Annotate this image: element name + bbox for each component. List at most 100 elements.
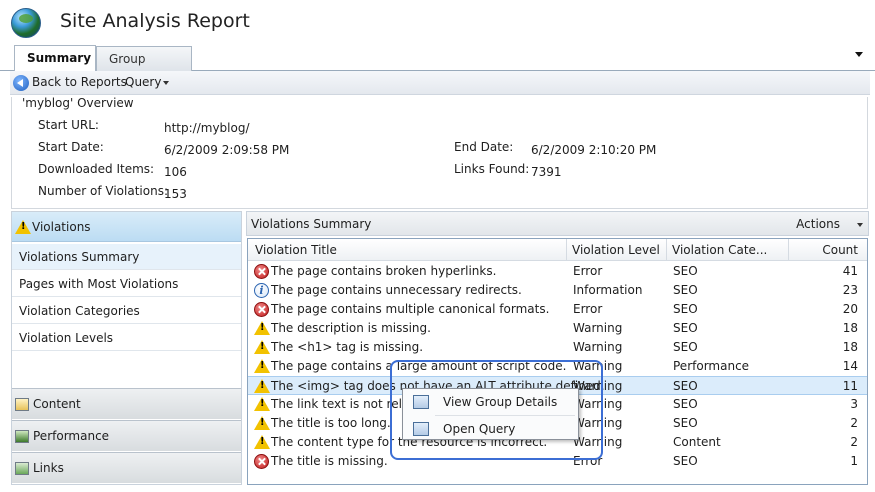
nav-violation-categories[interactable]: Violation Categories — [12, 298, 241, 324]
violation-category-cell: SEO — [673, 379, 698, 393]
violation-category-cell: Performance — [673, 359, 750, 373]
panel-title: Violations Summary — [251, 217, 372, 231]
violation-category-cell: SEO — [673, 397, 698, 411]
violation-category-cell: Content — [673, 435, 721, 449]
group-details-icon — [413, 395, 429, 409]
table-header: Violation Title Violation Level Violatio… — [248, 239, 867, 261]
warning-icon — [15, 220, 31, 234]
violation-title-cell: The title is too long. — [271, 416, 391, 430]
violation-category-cell: SEO — [673, 264, 698, 278]
query-dropdown-icon[interactable] — [163, 81, 169, 85]
section-links[interactable]: Links — [12, 452, 241, 483]
error-icon — [254, 264, 269, 279]
section-links-label: Links — [33, 461, 64, 475]
error-icon — [254, 454, 269, 469]
overview-title: 'myblog' Overview — [20, 96, 136, 110]
start-url-value: http://myblog/ — [164, 121, 250, 135]
actions-menu-button[interactable]: Actions — [796, 217, 840, 231]
start-url-label: Start URL: — [38, 118, 99, 132]
section-content[interactable]: Content — [12, 388, 241, 419]
section-content-label: Content — [33, 397, 81, 411]
context-menu: View Group Details Open Query — [402, 388, 579, 440]
content-icon — [15, 398, 29, 411]
links-icon — [15, 462, 29, 475]
violation-level-cell: Error — [573, 302, 603, 316]
performance-icon — [15, 430, 29, 443]
warning-icon — [254, 340, 270, 354]
tab-bar: Summary Group Details — [0, 44, 875, 90]
links-found-label: Links Found: — [454, 162, 530, 176]
toolbar: Back to Reports Query — [10, 71, 870, 95]
violation-count-cell: 18 — [842, 321, 858, 335]
violation-category-cell: SEO — [673, 416, 698, 430]
violation-count-cell: 11 — [842, 379, 858, 393]
start-date-value: 6/2/2009 2:09:58 PM — [164, 143, 290, 157]
violation-title-cell: The <h1> tag is missing. — [271, 340, 424, 354]
warning-icon — [254, 397, 270, 411]
column-header-category[interactable]: Violation Cate... — [672, 243, 767, 257]
query-menu-button[interactable]: Query — [125, 75, 161, 89]
column-header-count[interactable]: Count — [822, 243, 858, 257]
violation-count-cell: 3 — [850, 397, 858, 411]
violation-category-cell: SEO — [673, 321, 698, 335]
violation-title-cell: The description is missing. — [271, 321, 431, 335]
nav-pages-most-violations[interactable]: Pages with Most Violations — [12, 271, 241, 297]
violation-category-cell: SEO — [673, 340, 698, 354]
violation-title-cell: The page contains unnecessary redirects. — [271, 283, 522, 297]
table-row[interactable]: The page contains broken hyperlinks. Erro… — [248, 262, 867, 281]
violations-count-value: 153 — [164, 187, 187, 201]
menu-separator — [435, 415, 575, 416]
violations-count-label: Number of Violations: — [38, 184, 168, 198]
nav-violations-summary[interactable]: Violations Summary — [12, 244, 241, 270]
table-row[interactable]: The description is missing. Warning SEO 18 — [248, 319, 867, 338]
violations-section-header[interactable]: Violations — [12, 212, 241, 242]
violation-count-cell: 20 — [842, 302, 858, 316]
menu-item-label: Open Query — [443, 422, 516, 436]
violation-count-cell: 41 — [842, 264, 858, 278]
left-navigation: Violations Violations Summary Pages with… — [11, 211, 242, 485]
globe-icon — [11, 8, 41, 38]
tab-summary[interactable]: Summary — [14, 45, 96, 71]
menu-item-label: View Group Details — [443, 395, 558, 409]
table-row[interactable]: i The page contains unnecessary redirects… — [248, 281, 867, 300]
panel-header: Violations Summary Actions — [246, 211, 869, 236]
violation-level-cell: Information — [573, 283, 643, 297]
end-date-value: 6/2/2009 2:10:20 PM — [531, 143, 657, 157]
violations-section-label: Violations — [32, 220, 91, 234]
violation-category-cell: SEO — [673, 454, 698, 468]
menu-item-view-group-details[interactable]: View Group Details — [403, 390, 578, 414]
error-icon — [254, 302, 269, 317]
page-title: Site Analysis Report — [60, 10, 250, 32]
violation-level-cell: Warning — [573, 340, 623, 354]
tab-group-details[interactable]: Group Details — [96, 46, 192, 90]
back-to-reports-button[interactable]: Back to Reports — [32, 75, 127, 89]
violation-category-cell: SEO — [673, 302, 698, 316]
actions-dropdown-icon[interactable] — [857, 223, 863, 227]
warning-icon — [254, 359, 270, 373]
violation-count-cell: 1 — [850, 454, 858, 468]
column-header-title[interactable]: Violation Title — [255, 243, 337, 257]
violation-count-cell: 2 — [850, 416, 858, 430]
violation-count-cell: 2 — [850, 435, 858, 449]
app-header: Site Analysis Report — [0, 0, 875, 46]
query-icon — [413, 422, 429, 436]
back-arrow-icon[interactable] — [13, 75, 29, 91]
table-row[interactable]: The <h1> tag is missing. Warning SEO 18 — [248, 338, 867, 357]
violation-title-cell: The title is missing. — [271, 454, 388, 468]
tab-menu-dropdown-icon[interactable] — [855, 52, 863, 57]
section-performance[interactable]: Performance — [12, 420, 241, 451]
violation-level-cell: Error — [573, 264, 603, 278]
downloaded-items-value: 106 — [164, 165, 187, 179]
violation-title-cell: The page contains broken hyperlinks. — [271, 264, 497, 278]
violation-category-cell: SEO — [673, 283, 698, 297]
violation-title-cell: The page contains multiple canonical for… — [271, 302, 550, 316]
column-header-level[interactable]: Violation Level — [572, 243, 660, 257]
start-date-label: Start Date: — [38, 140, 104, 154]
violation-count-cell: 14 — [842, 359, 858, 373]
table-row[interactable]: The page contains multiple canonical for… — [248, 300, 867, 319]
info-icon: i — [254, 283, 269, 298]
warning-icon — [254, 416, 270, 430]
end-date-label: End Date: — [454, 140, 514, 154]
menu-item-open-query[interactable]: Open Query — [403, 417, 578, 441]
nav-violation-levels[interactable]: Violation Levels — [12, 325, 241, 351]
